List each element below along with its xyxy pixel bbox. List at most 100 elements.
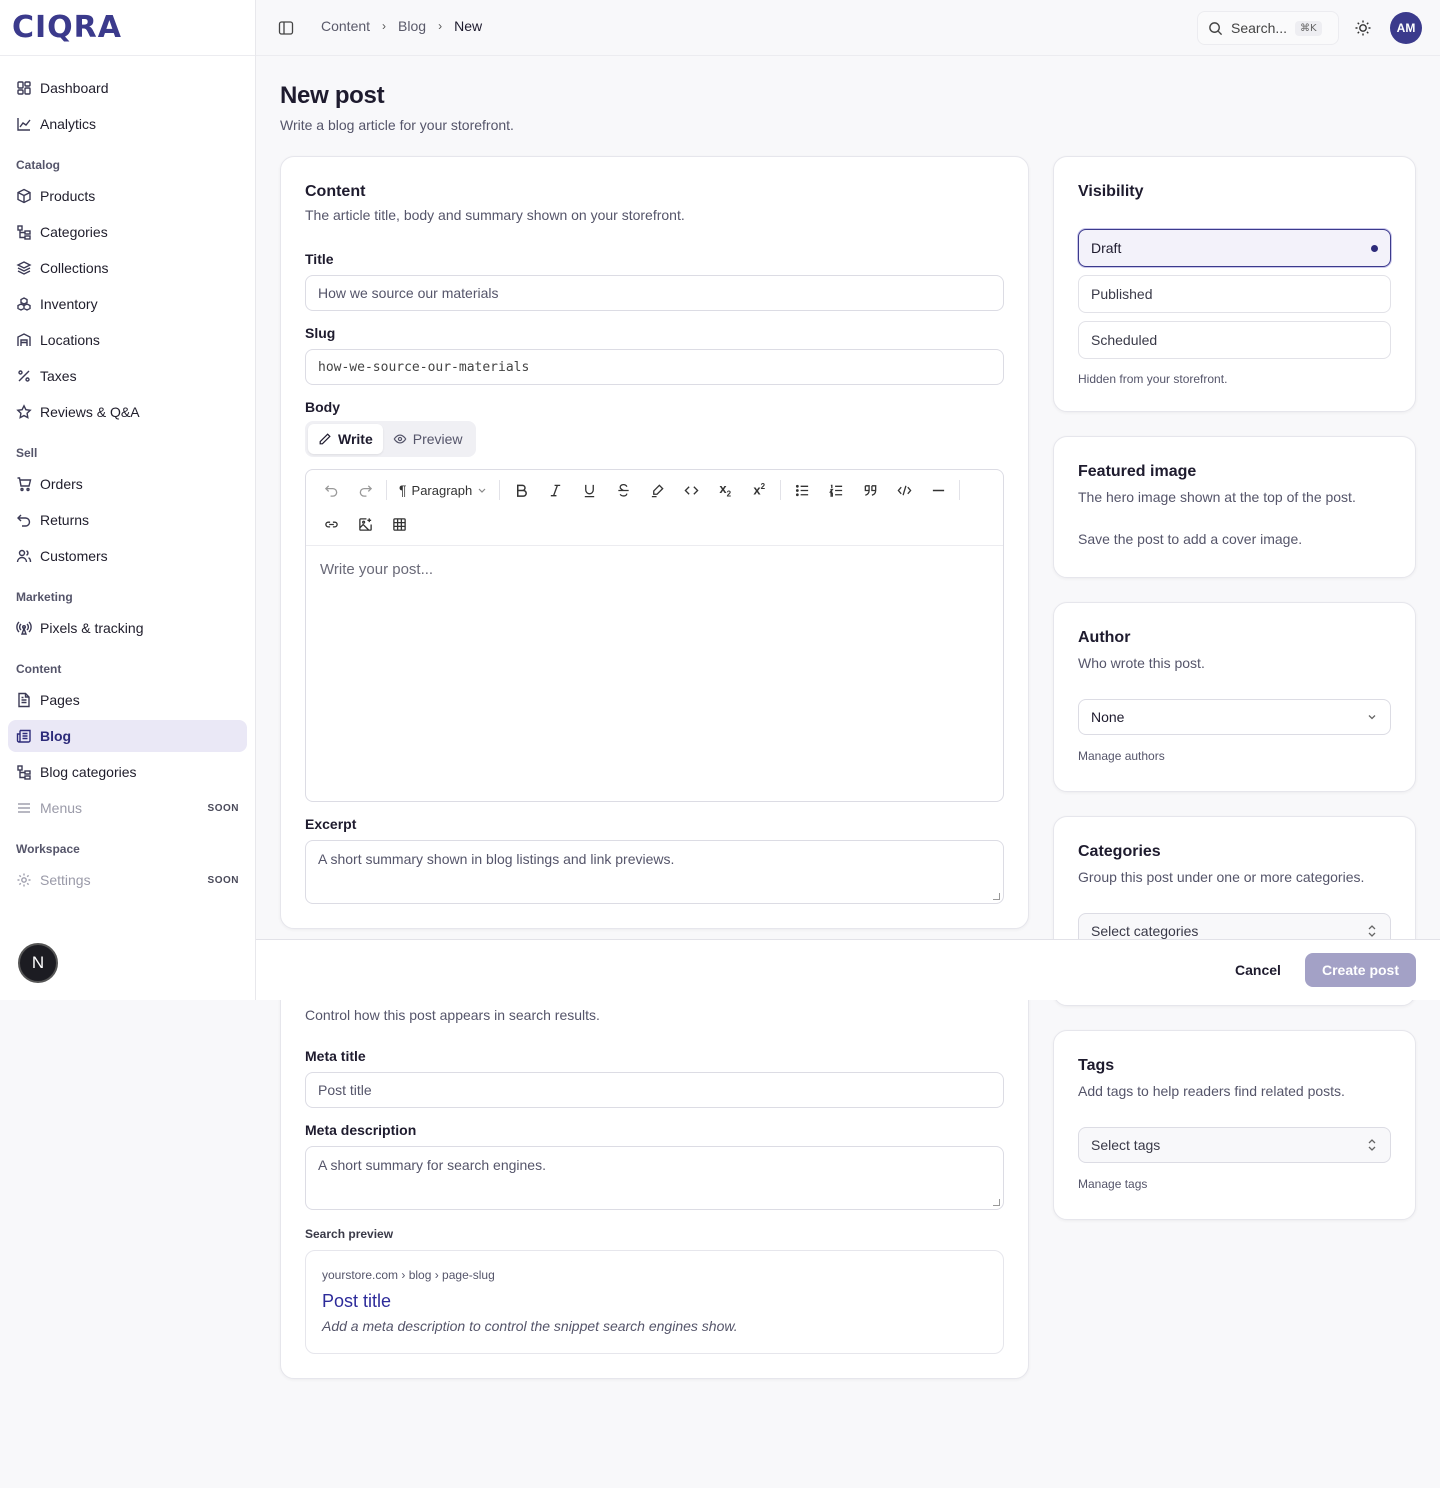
sidebar-item-analytics[interactable]: Analytics	[8, 108, 247, 140]
subscript-icon: x2	[719, 481, 732, 499]
italic-icon	[550, 484, 560, 496]
preview-title: Post title	[322, 1291, 392, 1311]
tree-icon	[17, 765, 31, 780]
search-preview-label: Search preview	[305, 1227, 394, 1241]
breadcrumb-blog[interactable]: Blog	[398, 18, 426, 34]
author-select[interactable]: None	[1078, 699, 1391, 735]
search-button[interactable]: Search... ⌘K	[1197, 11, 1339, 45]
meta-title-input[interactable]: Post title	[305, 1072, 1004, 1108]
editor-toolbar-row-2	[314, 510, 416, 538]
chevron-right-icon: ›	[382, 19, 387, 33]
strikethrough-button[interactable]	[606, 476, 640, 504]
breadcrumb-current: New	[454, 18, 483, 34]
breadcrumb-content[interactable]: Content	[321, 18, 370, 34]
breadcrumb: Content › Blog › New	[321, 18, 482, 34]
editor-body-placeholder[interactable]: Write your post...	[320, 561, 433, 578]
sidebar-item-categories[interactable]: Categories	[8, 216, 247, 248]
undo-icon	[324, 484, 337, 497]
sidebar-item-products[interactable]: Products	[8, 180, 247, 212]
cancel-button[interactable]: Cancel	[1225, 953, 1291, 987]
sidebar-item-blog[interactable]: Blog	[8, 720, 247, 752]
sidebar-item-orders[interactable]: Orders	[8, 468, 247, 500]
sidebar-item-pages[interactable]: Pages	[8, 684, 247, 716]
title-input[interactable]: How we source our materials	[305, 275, 1004, 311]
tags-card: Tags Add tags to help readers find relat…	[1053, 1030, 1416, 1220]
sidebar-item-label: Orders	[40, 476, 83, 492]
body-label: Body	[305, 399, 340, 415]
tags-select[interactable]: Select tags	[1078, 1127, 1391, 1163]
code-button[interactable]	[674, 476, 708, 504]
sidebar-item-customers[interactable]: Customers	[8, 540, 247, 572]
manage-tags-link[interactable]: Manage tags	[1078, 1177, 1147, 1191]
chevron-up-down-icon	[1368, 1139, 1376, 1151]
horizontal-rule-button[interactable]	[921, 476, 955, 504]
quote-button[interactable]	[853, 476, 887, 504]
nav-group-sell: Sell	[16, 446, 38, 460]
users-icon	[16, 549, 32, 563]
paragraph-select[interactable]: ¶ Paragraph	[391, 476, 495, 504]
editor-toolbar: ¶ Paragraph x2 x2	[314, 476, 964, 504]
sidebar-item-label: Categories	[40, 224, 108, 240]
dashboard-icon	[17, 81, 31, 95]
sun-icon[interactable]	[1354, 19, 1372, 37]
rich-text-editor: ¶ Paragraph x2 x2 Write your post...	[305, 469, 1004, 802]
sidebar-item-label: Blog categories	[40, 764, 137, 780]
featured-image-card: Featured image The hero image shown at t…	[1053, 436, 1416, 578]
horizontal-rule-icon	[932, 489, 944, 491]
card-description: The hero image shown at the top of the p…	[1078, 489, 1356, 505]
nav-group-catalog: Catalog	[16, 158, 61, 172]
card-description: Add tags to help readers find related po…	[1078, 1083, 1345, 1099]
sidebar-item-label: Inventory	[40, 296, 98, 312]
sidebar-item-blog-categories[interactable]: Blog categories	[8, 756, 247, 788]
tab-preview[interactable]: Preview	[383, 424, 473, 454]
create-post-button[interactable]: Create post	[1305, 953, 1416, 987]
slug-input[interactable]: how-we-source-our-materials	[305, 349, 1004, 385]
sidebar-item-inventory[interactable]: Inventory	[8, 288, 247, 320]
underline-icon	[584, 484, 594, 497]
bullet-list-icon	[795, 484, 808, 496]
tags-select-placeholder: Select tags	[1091, 1137, 1161, 1153]
underline-button[interactable]	[572, 476, 606, 504]
superscript-button[interactable]: x2	[742, 476, 776, 504]
meta-description-textarea[interactable]: A short summary for search engines.	[305, 1146, 1004, 1210]
tab-preview-label: Preview	[412, 431, 463, 447]
nav-group-workspace: Workspace	[16, 842, 80, 856]
sidebar-item-reviews[interactable]: Reviews & Q&A	[8, 396, 247, 428]
table-button[interactable]	[382, 510, 416, 538]
tab-write[interactable]: Write	[308, 424, 383, 454]
sidebar-item-collections[interactable]: Collections	[8, 252, 247, 284]
avatar[interactable]: AM	[1390, 12, 1422, 44]
redo-icon	[359, 484, 372, 497]
link-button[interactable]	[314, 510, 348, 538]
image-button[interactable]	[348, 510, 382, 538]
manage-authors-link[interactable]: Manage authors	[1078, 749, 1165, 763]
sidebar-item-locations[interactable]: Locations	[8, 324, 247, 356]
code-block-button[interactable]	[887, 476, 921, 504]
redo-button[interactable]	[348, 476, 382, 504]
excerpt-textarea[interactable]: A short summary shown in blog listings a…	[305, 840, 1004, 904]
nav-group-content: Content	[16, 662, 62, 676]
subscript-button[interactable]: x2	[708, 476, 742, 504]
bullet-list-button[interactable]	[785, 476, 819, 504]
sidebar-item-dashboard[interactable]: Dashboard	[8, 72, 247, 104]
undo-button[interactable]	[314, 476, 348, 504]
search-placeholder: Search...	[1231, 20, 1288, 36]
sidebar-item-returns[interactable]: Returns	[8, 504, 247, 536]
visibility-option-published[interactable]: Published	[1078, 275, 1391, 313]
chevron-right-icon: ›	[438, 19, 443, 33]
sidebar-toggle-icon[interactable]	[278, 20, 294, 36]
italic-button[interactable]	[538, 476, 572, 504]
highlight-button[interactable]	[640, 476, 674, 504]
visibility-option-draft[interactable]: Draft	[1078, 229, 1391, 267]
bold-button[interactable]	[504, 476, 538, 504]
sidebar-item-pixels[interactable]: Pixels & tracking	[8, 612, 247, 644]
ordered-list-button[interactable]	[819, 476, 853, 504]
brand-logo[interactable]: CIQRA	[0, 0, 255, 56]
sidebar-item-label: Settings	[40, 872, 91, 888]
visibility-option-scheduled[interactable]: Scheduled	[1078, 321, 1391, 359]
chevron-down-icon	[1368, 715, 1376, 720]
card-description: Who wrote this post.	[1078, 655, 1205, 671]
search-preview: yourstore.com › blog › page-slug Post ti…	[305, 1250, 1004, 1354]
sidebar-item-taxes[interactable]: Taxes	[8, 360, 247, 392]
assistant-bubble[interactable]: N	[18, 943, 58, 983]
